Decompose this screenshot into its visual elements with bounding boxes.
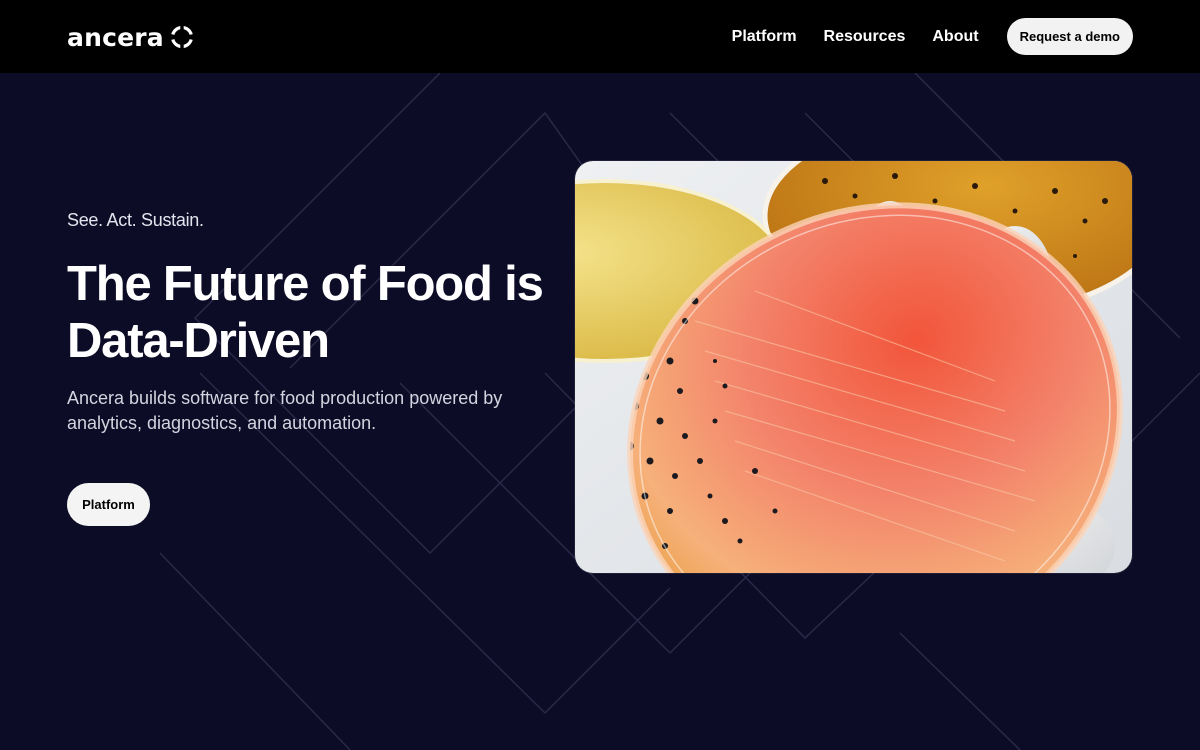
hero-description: Ancera builds software for food producti… [67, 388, 503, 433]
nav-about[interactable]: About [932, 28, 978, 46]
logo-ring-icon [169, 25, 194, 49]
nav-platform[interactable]: Platform [732, 28, 797, 46]
hero-headline: The Future of Food is Data-Driven [67, 257, 544, 368]
request-demo-button[interactable]: Request a demo [1006, 18, 1133, 55]
hero-image-petri-dish [575, 161, 1132, 573]
hero-tagline: See. Act. Sustain. [67, 210, 204, 230]
ancera-logo[interactable]: ancera [67, 22, 194, 52]
platform-button[interactable]: Platform [67, 483, 150, 526]
top-navigation: ancera Platform Resources About Request … [0, 0, 1200, 73]
logo-wordmark: ancera [67, 22, 164, 52]
main-nav: Platform Resources About Request a demo [732, 18, 1133, 55]
nav-resources[interactable]: Resources [824, 28, 906, 46]
